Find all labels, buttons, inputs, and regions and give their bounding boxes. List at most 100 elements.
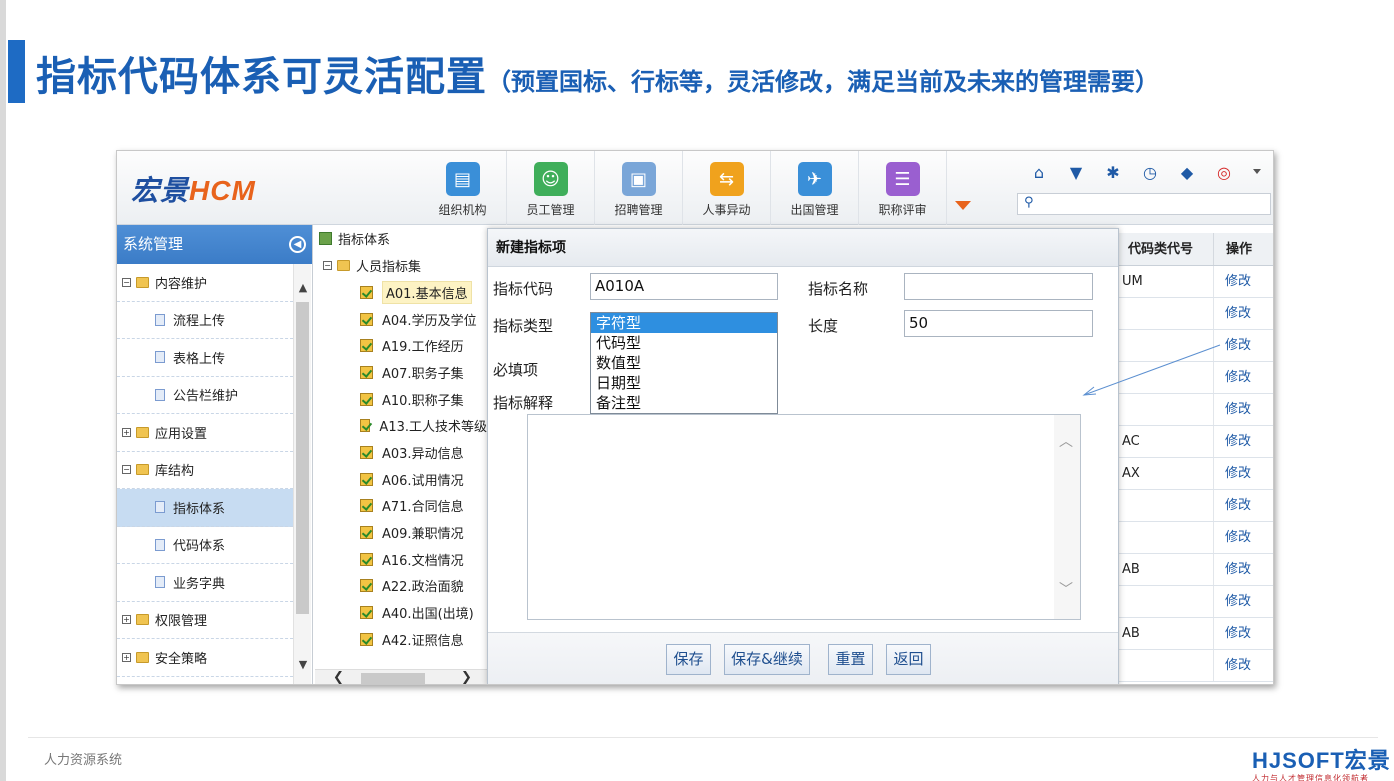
tree-horizontal-scrollbar[interactable]: ❮ ❯	[315, 669, 487, 684]
code-cell	[1118, 490, 1214, 521]
sidebar-item[interactable]: 公告栏维护	[117, 377, 293, 414]
textarea-scrollbar[interactable]: ︿ ﹀	[1054, 415, 1080, 619]
collapse-left-icon[interactable]: ◀	[289, 236, 306, 253]
save-button[interactable]: 保存	[666, 644, 711, 675]
edit-link[interactable]: 修改	[1214, 330, 1271, 361]
tree-item[interactable]: A04.学历及学位	[315, 306, 487, 333]
tree-root[interactable]: 指标体系	[315, 225, 487, 252]
type-select-options[interactable]: 字符型 代码型 数值型 日期型 备注型	[590, 312, 778, 414]
gear-icon[interactable]: ✱	[1101, 163, 1125, 183]
length-field[interactable]: 50	[904, 310, 1093, 337]
tree-item[interactable]: A03.异动信息	[315, 439, 487, 466]
sidebar-item[interactable]: 表格上传	[117, 339, 293, 377]
nav-more-icon[interactable]	[955, 201, 971, 210]
scroll-right-icon[interactable]: ❯	[461, 670, 472, 684]
field-set-icon	[360, 526, 373, 540]
tree-item[interactable]: A40.出国(出境)	[315, 599, 487, 626]
tree-group[interactable]: − 人员指标集	[315, 252, 487, 279]
clock-icon[interactable]: ◷	[1138, 163, 1162, 183]
sidebar-item-label: 公告栏维护	[173, 389, 239, 405]
nav-item-1[interactable]: ☺ 员工管理	[507, 151, 595, 225]
sidebar-item[interactable]: − 内容维护	[117, 264, 293, 302]
tree-item[interactable]: A13.工人技术等级	[315, 412, 487, 439]
type-option[interactable]: 代码型	[591, 333, 777, 353]
scroll-down-icon[interactable]: ﹀	[1059, 579, 1073, 599]
sidebar-item[interactable]: + 权限管理	[117, 602, 293, 639]
table-row: 修改	[1118, 298, 1273, 330]
scroll-down-icon[interactable]: ▼	[297, 659, 309, 671]
edit-link[interactable]: 修改	[1214, 298, 1271, 329]
save-continue-button[interactable]: 保存&继续	[724, 644, 810, 675]
sidebar-item[interactable]: 流程上传	[117, 302, 293, 339]
edit-link[interactable]: 修改	[1214, 490, 1271, 521]
edit-link[interactable]: 修改	[1214, 618, 1271, 649]
nav-item-3[interactable]: ⇆ 人事异动	[683, 151, 771, 225]
nav-item-0[interactable]: ▤ 组织机构	[419, 151, 507, 225]
type-option[interactable]: 日期型	[591, 373, 777, 393]
folder-icon	[136, 426, 149, 438]
type-option[interactable]: 备注型	[591, 393, 777, 413]
type-option[interactable]: 字符型	[591, 313, 777, 333]
chevron-down-icon[interactable]	[1253, 169, 1261, 174]
type-option[interactable]: 数值型	[591, 353, 777, 373]
code-field[interactable]: A010A	[590, 273, 778, 300]
sidebar-item[interactable]: + 安全策略	[117, 639, 293, 677]
sidebar-item[interactable]: − 库结构	[117, 452, 293, 489]
power-icon[interactable]: ◎	[1212, 163, 1236, 183]
edit-link[interactable]: 修改	[1214, 426, 1271, 457]
sidebar-item[interactable]: + 应用设置	[117, 414, 293, 452]
shirt-icon[interactable]: ▼	[1064, 163, 1088, 183]
tree-item[interactable]: A71.合同信息	[315, 493, 487, 520]
scroll-up-icon[interactable]: ︿	[1059, 431, 1073, 451]
tree-item[interactable]: A22.政治面貌	[315, 573, 487, 600]
nav-item-2[interactable]: ▣ 招聘管理	[595, 151, 683, 225]
sidebar-scrollbar[interactable]: ▲ ▼	[293, 264, 311, 684]
scroll-up-icon[interactable]: ▲	[297, 282, 309, 294]
sidebar-item-label: 安全策略	[155, 651, 208, 667]
tree-item-label: A42.证照信息	[382, 633, 464, 649]
field-tree: 指标体系 − 人员指标集 A01.基本信息 A04.学历及学位 A19.工作经历 A0…	[315, 225, 487, 684]
tree-item[interactable]: A09.兼职情况	[315, 519, 487, 546]
tree-item[interactable]: A10.职称子集	[315, 386, 487, 413]
expand-toggle-icon[interactable]: +	[122, 652, 131, 662]
expand-toggle-icon[interactable]: +	[122, 427, 131, 437]
scroll-left-icon[interactable]: ❮	[333, 670, 344, 684]
nav-item-5[interactable]: ☰ 职称评审	[859, 151, 947, 225]
edit-link[interactable]: 修改	[1214, 650, 1271, 681]
tree-item[interactable]: A42.证照信息	[315, 626, 487, 653]
edit-link[interactable]: 修改	[1214, 266, 1271, 297]
home-icon[interactable]: ⌂	[1027, 163, 1051, 183]
search-input[interactable]: ⚲	[1017, 193, 1271, 215]
desc-textarea[interactable]: ︿ ﹀	[527, 414, 1081, 620]
collapse-toggle-icon[interactable]: −	[122, 465, 131, 475]
collapse-toggle-icon[interactable]: −	[122, 277, 131, 287]
tree-item-label: A04.学历及学位	[382, 313, 477, 329]
code-cell: AC	[1118, 426, 1214, 457]
collapse-toggle-icon[interactable]: −	[323, 261, 332, 270]
sidebar-item[interactable]: 代码体系	[117, 527, 293, 564]
scroll-thumb[interactable]	[361, 673, 425, 684]
tree-item[interactable]: A16.文档情况	[315, 546, 487, 573]
edit-link[interactable]: 修改	[1214, 394, 1271, 425]
edit-link[interactable]: 修改	[1214, 586, 1271, 617]
tree-item[interactable]: A06.试用情况	[315, 466, 487, 493]
tree-item[interactable]: A07.职务子集	[315, 359, 487, 386]
tree-item[interactable]: A01.基本信息	[315, 279, 487, 306]
expand-toggle-icon[interactable]: +	[122, 615, 131, 625]
edit-link[interactable]: 修改	[1214, 554, 1271, 585]
app-logo[interactable]: 宏景HCM	[131, 169, 256, 209]
back-button[interactable]: 返回	[886, 644, 931, 675]
tree-item[interactable]: A19.工作经历	[315, 332, 487, 359]
sidebar-item[interactable]: 指标体系	[117, 489, 293, 527]
sidebar-item[interactable]: 业务字典	[117, 564, 293, 602]
tag-icon[interactable]: ◆	[1175, 163, 1199, 183]
edit-link[interactable]: 修改	[1214, 522, 1271, 553]
table-row: 修改	[1118, 586, 1273, 618]
nav-item-4[interactable]: ✈ 出国管理	[771, 151, 859, 225]
scroll-thumb[interactable]	[296, 302, 309, 614]
tree-item-label: A06.试用情况	[382, 473, 464, 489]
name-field[interactable]	[904, 273, 1093, 300]
reset-button[interactable]: 重置	[828, 644, 873, 675]
edit-link[interactable]: 修改	[1214, 362, 1271, 393]
edit-link[interactable]: 修改	[1214, 458, 1271, 489]
